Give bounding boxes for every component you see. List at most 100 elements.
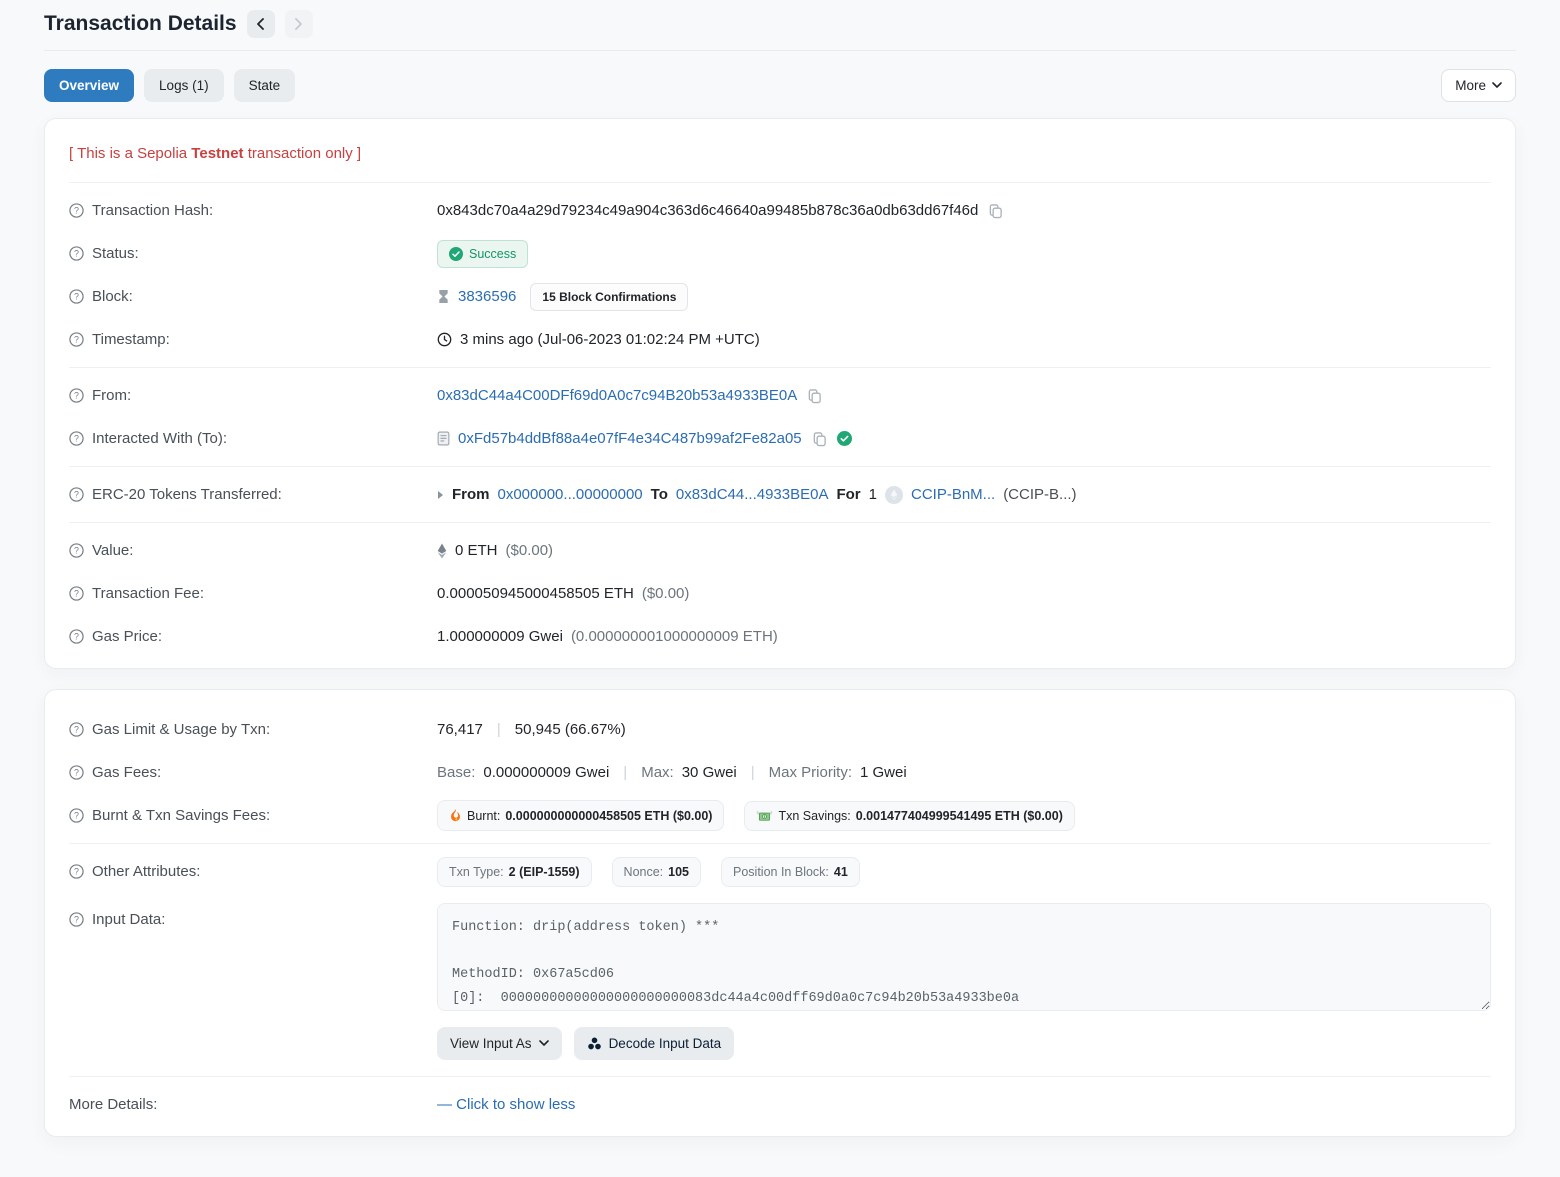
input-data-label: Input Data:	[92, 911, 165, 928]
erc20-to-address-link[interactable]: 0x83dC44...4933BE0A	[676, 486, 829, 503]
more-menu-button[interactable]: More	[1441, 69, 1516, 102]
help-icon[interactable]: ?	[69, 543, 84, 558]
copy-hash-button[interactable]	[986, 203, 1005, 219]
tab-logs[interactable]: Logs (1)	[144, 69, 224, 102]
copy-to-address-button[interactable]	[810, 431, 829, 447]
erc20-to-word: To	[651, 486, 668, 503]
svg-text:?: ?	[74, 434, 79, 444]
help-icon[interactable]: ?	[69, 629, 84, 644]
erc20-for-word: For	[836, 486, 860, 503]
max-priority-label: Max Priority:	[769, 764, 852, 781]
token-symbol: (CCIP-B...)	[1003, 486, 1076, 503]
position-in-block-value: 41	[834, 865, 848, 879]
view-input-as-label: View Input As	[450, 1036, 532, 1051]
erc20-transfers-row: ? ERC-20 Tokens Transferred: From 0x0000…	[69, 473, 1491, 516]
chevron-down-icon	[539, 1040, 549, 1047]
details-card: ? Gas Limit & Usage by Txn: 76,417 | 50,…	[44, 689, 1516, 1137]
help-icon[interactable]: ?	[69, 586, 84, 601]
erc20-amount: 1	[869, 486, 877, 503]
help-icon[interactable]: ?	[69, 388, 84, 403]
testnet-notice-suffix: transaction only ]	[244, 145, 362, 162]
svg-text:?: ?	[74, 206, 79, 216]
from-address-link[interactable]: 0x83dC44a4C00DFf69d0A0c7c94B20b53a4933BE…	[437, 387, 797, 404]
help-icon[interactable]: ?	[69, 487, 84, 502]
decode-input-data-button[interactable]: Decode Input Data	[574, 1027, 735, 1060]
max-fee-label: Max:	[641, 764, 674, 781]
prev-transaction-button[interactable]	[247, 10, 275, 38]
input-data-row: ? Input Data: Function: drip(address tok…	[69, 893, 1491, 1062]
chevron-left-icon	[256, 18, 265, 30]
copy-icon	[812, 431, 827, 447]
help-icon[interactable]: ?	[69, 722, 84, 737]
token-name-link[interactable]: CCIP-BnM...	[911, 486, 995, 503]
help-icon[interactable]: ?	[69, 808, 84, 823]
transaction-hash-row: ? Transaction Hash: 0x843dc70a4a29d79234…	[69, 189, 1491, 232]
block-confirmations-badge: 15 Block Confirmations	[530, 283, 688, 311]
tab-overview[interactable]: Overview	[44, 69, 134, 102]
copy-from-address-button[interactable]	[805, 388, 824, 404]
gas-used-value: 50,945 (66.67%)	[515, 721, 626, 738]
input-data-textarea[interactable]: Function: drip(address token) *** Method…	[437, 903, 1491, 1011]
more-menu-label: More	[1455, 78, 1486, 93]
timestamp-label: Timestamp:	[92, 331, 170, 348]
burnt-fee-value: 0.000000000000458505 ETH ($0.00)	[505, 809, 712, 823]
help-icon[interactable]: ?	[69, 864, 84, 879]
copy-icon	[988, 203, 1003, 219]
divider	[69, 367, 1491, 368]
gas-limit-label: Gas Limit & Usage by Txn:	[92, 721, 270, 738]
help-icon[interactable]: ?	[69, 912, 84, 927]
svg-text:?: ?	[74, 391, 79, 401]
tab-state[interactable]: State	[234, 69, 296, 102]
transaction-hash-label: Transaction Hash:	[92, 202, 213, 219]
help-icon[interactable]: ?	[69, 332, 84, 347]
help-icon[interactable]: ?	[69, 203, 84, 218]
value-amount: 0 ETH	[455, 542, 498, 559]
pipe-separator: |	[617, 764, 633, 781]
view-input-as-button[interactable]: View Input As	[437, 1027, 562, 1060]
burnt-fee-chip: Burnt: 0.000000000000458505 ETH ($0.00)	[437, 800, 724, 831]
value-row: ? Value: 0 ETH ($0.00)	[69, 529, 1491, 572]
more-details-label: More Details:	[69, 1096, 157, 1113]
erc20-from-address-link[interactable]: 0x000000...00000000	[498, 486, 643, 503]
gas-price-eth: (0.000000001000000009 ETH)	[571, 628, 778, 645]
page-title: Transaction Details	[44, 12, 237, 36]
other-attributes-label: Other Attributes:	[92, 863, 200, 880]
contract-icon	[437, 431, 450, 446]
erc20-from-word: From	[452, 486, 490, 503]
gas-fees-row: ? Gas Fees: Base: 0.000000009 Gwei | Max…	[69, 751, 1491, 794]
help-icon[interactable]: ?	[69, 289, 84, 304]
divider	[69, 522, 1491, 523]
gas-limit-row: ? Gas Limit & Usage by Txn: 76,417 | 50,…	[69, 708, 1491, 751]
show-less-link[interactable]: — Click to show less	[437, 1096, 575, 1113]
hourglass-icon	[437, 289, 450, 304]
svg-text:?: ?	[74, 292, 79, 302]
block-number-link[interactable]: 3836596	[458, 288, 516, 305]
svg-text:?: ?	[74, 768, 79, 778]
svg-text:?: ?	[74, 589, 79, 599]
svg-text:?: ?	[74, 867, 79, 877]
transaction-fee-usd: ($0.00)	[642, 585, 690, 602]
tab-bar: Overview Logs (1) State More	[44, 51, 1516, 118]
interacted-with-label: Interacted With (To):	[92, 430, 227, 447]
to-address-link[interactable]: 0xFd57b4ddBf88a4e07fF4e34C487b99af2Fe82a…	[458, 430, 802, 447]
max-priority-value: 1 Gwei	[860, 764, 907, 781]
more-details-row: More Details: — Click to show less	[69, 1083, 1491, 1126]
divider	[69, 182, 1491, 183]
svg-text:?: ?	[74, 811, 79, 821]
txn-savings-chip: Txn Savings: 0.001477404999541495 ETH ($…	[744, 801, 1074, 831]
next-transaction-button[interactable]	[285, 10, 313, 38]
value-label: Value:	[92, 542, 133, 559]
svg-text:?: ?	[74, 490, 79, 500]
clock-icon	[437, 332, 452, 347]
block-row: ? Block: 3836596 15 Block Confirmations	[69, 275, 1491, 318]
testnet-notice-bold: Testnet	[191, 145, 243, 162]
gas-fees-label: Gas Fees:	[92, 764, 161, 781]
gas-price-row: ? Gas Price: 1.000000009 Gwei (0.0000000…	[69, 615, 1491, 658]
nonce-label: Nonce:	[624, 865, 664, 879]
divider	[69, 466, 1491, 467]
caret-right-icon	[437, 490, 444, 500]
nonce-chip: Nonce: 105	[612, 857, 701, 887]
help-icon[interactable]: ?	[69, 765, 84, 780]
help-icon[interactable]: ?	[69, 431, 84, 446]
help-icon[interactable]: ?	[69, 246, 84, 261]
